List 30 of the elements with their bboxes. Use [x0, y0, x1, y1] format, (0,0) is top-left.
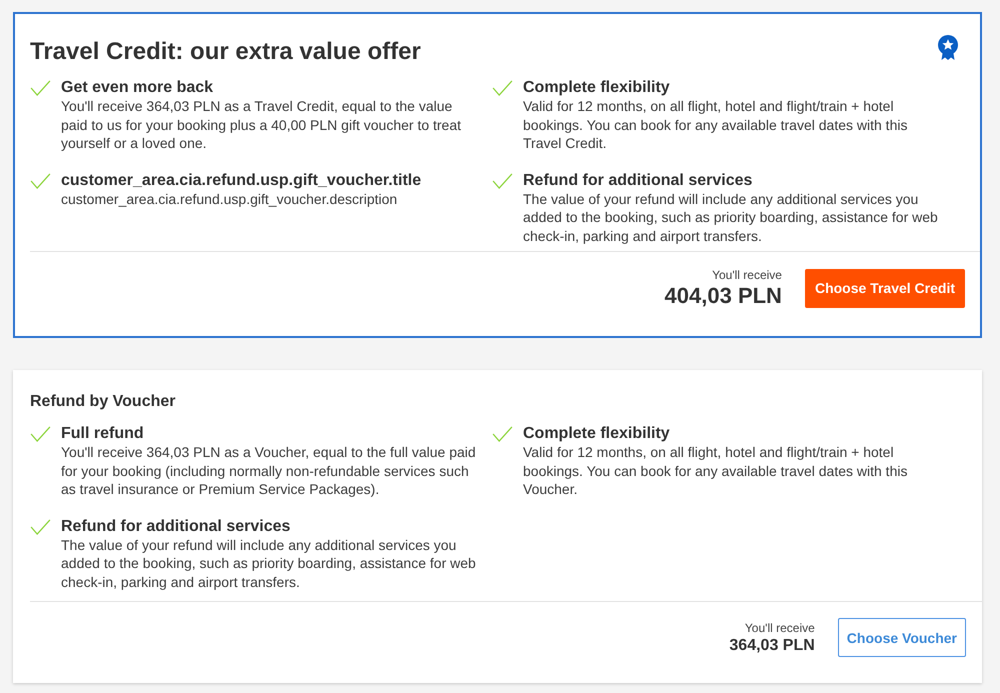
offer-title: Refund by Voucher [30, 392, 176, 412]
feature-title: Refund for additional services [523, 170, 754, 190]
refund-amount: 404,03 PLN [664, 283, 782, 309]
feature-description: customer_area.cia.refund.usp.gift_voucher.description [61, 190, 398, 208]
refund-amount: 364,03 PLN [729, 636, 815, 655]
check-icon [492, 80, 513, 96]
choose-button[interactable]: Choose Voucher [838, 618, 966, 657]
award-badge-icon [938, 35, 958, 60]
check-icon [30, 426, 51, 442]
feature-title: Full refund [61, 424, 145, 443]
check-icon [492, 172, 513, 188]
check-icon [30, 518, 51, 534]
feature-description: The value of your refund will include any additional services you added to the booking, such as priority boarding, assistance for web check-in, parking and airport transfers. [523, 190, 939, 245]
offer-title: Travel Credit: our extra value offer [30, 37, 421, 67]
feature-description: Valid for 12 months, on all flight, hotel and flight/train + hotel bookings. You can book for any available travel dates with this Voucher. [523, 443, 908, 498]
feature-title: Complete flexibility [523, 78, 671, 97]
feature-description: You'll receive 364,03 PLN as a Voucher, equal to the full value paid for your booking (including normally non-refundable services such as travel insurance or Premium Service Packages). [61, 443, 477, 498]
choose-button[interactable]: Choose Travel Credit [804, 268, 965, 308]
feature-description: The value of your refund will include any additional services you added to the booking, such as priority boarding, assistance for web check-in, parking and airport transfers. [61, 536, 477, 591]
check-icon [30, 80, 51, 96]
feature-description: Valid for 12 months, on all flight, hotel and flight/train + hotel bookings. You can book for any available travel dates with this Travel Credit. [523, 97, 908, 152]
check-icon [492, 426, 513, 442]
receive-label: You'll receive [744, 620, 815, 636]
receive-label: You'll receive [712, 267, 782, 283]
feature-description: You'll receive 364,03 PLN as a Travel Credit, equal to the value paid to us for your booking plus a 40,00 PLN gift voucher to treat yourself or a loved one. [61, 97, 462, 152]
feature-title: Complete flexibility [523, 424, 671, 443]
check-icon [30, 172, 51, 188]
feature-title: customer_area.cia.refund.usp.gift_voucher.title [61, 170, 422, 190]
feature-title: Refund for additional services [61, 516, 292, 536]
feature-title: Get even more back [61, 78, 214, 97]
